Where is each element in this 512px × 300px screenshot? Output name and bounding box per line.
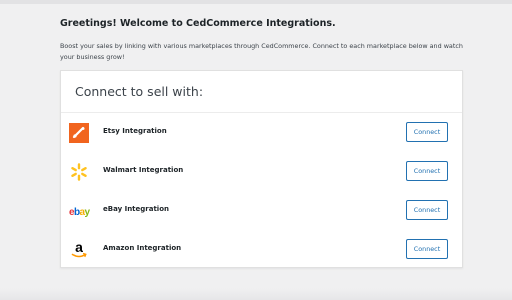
bottom-fade	[0, 288, 512, 300]
walmart-spark-icon	[69, 162, 89, 182]
integration-label-amazon: Amazon Integration	[103, 244, 182, 252]
integration-label-walmart: Walmart Integration	[103, 166, 184, 174]
integration-row-ebay: ebay eBay Integration Connect	[61, 191, 462, 230]
intro-text: Boost your sales by linking with various…	[60, 42, 463, 61]
amazon-logo-icon: a	[69, 239, 89, 260]
etsy-logo-icon	[69, 123, 89, 143]
svg-text:a: a	[75, 240, 83, 255]
svg-text:ebay: ebay	[69, 207, 90, 218]
connect-button-ebay[interactable]: Connect	[406, 200, 448, 220]
connect-button-amazon[interactable]: Connect	[406, 239, 448, 259]
page-title: Greetings! Welcome to CedCommerce Integr…	[60, 18, 336, 29]
integration-row-amazon: a Amazon Integration Connect	[61, 230, 462, 269]
connect-button-walmart[interactable]: Connect	[406, 161, 448, 181]
top-bar	[0, 0, 512, 4]
ebay-logo-icon: ebay	[69, 201, 103, 221]
integrations-card: Connect to sell with: Etsy Integration C…	[60, 70, 463, 268]
card-header: Connect to sell with:	[61, 71, 462, 113]
card-title: Connect to sell with:	[75, 84, 204, 99]
integration-label-etsy: Etsy Integration	[103, 127, 167, 135]
integration-label-ebay: eBay Integration	[103, 205, 169, 213]
connect-button-etsy[interactable]: Connect	[406, 122, 448, 142]
integration-row-walmart: Walmart Integration Connect	[61, 152, 462, 191]
integration-row-etsy: Etsy Integration Connect	[61, 113, 462, 152]
